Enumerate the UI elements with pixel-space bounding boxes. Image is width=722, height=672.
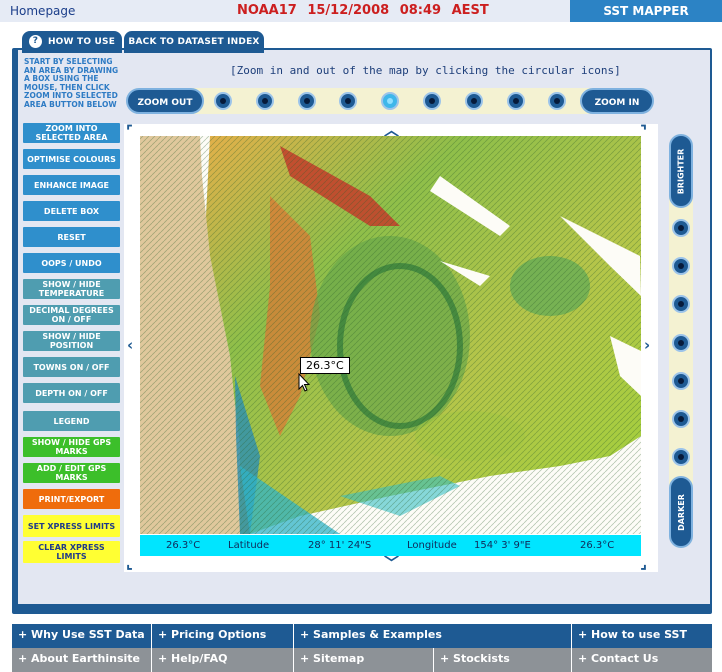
position-readout: 26.3°C Latitude 28° 11' 24"S Longitude 1… (140, 535, 641, 556)
footer-link[interactable]: Contact Us (572, 648, 712, 672)
tool-button-add-edit-gps-marks[interactable]: ADD / EDIT GPS MARKS (23, 463, 120, 483)
tool-button-delete-box[interactable]: DELETE BOX (23, 201, 120, 221)
tab-back-to-index[interactable]: BACK TO DATASET INDEX (124, 31, 264, 53)
contrast-level-7-icon[interactable] (672, 448, 690, 466)
tool-button-show-hide-position[interactable]: SHOW / HIDE POSITION (23, 331, 120, 351)
pan-left-icon[interactable]: ‹ (127, 336, 133, 354)
footer-link[interactable]: Sitemap (294, 648, 434, 672)
tool-button-towns-on-off[interactable]: TOWNS ON / OFF (23, 357, 120, 377)
readout-lat-value: 28° 11' 24"S (308, 540, 372, 551)
darker-button[interactable]: DARKER (669, 476, 693, 548)
tab-how-to-use-label: HOW TO USE (47, 37, 116, 47)
footer-link[interactable]: Help/FAQ (152, 648, 294, 672)
sst-map-image (140, 136, 641, 534)
zoom-level-7-icon[interactable] (465, 92, 483, 110)
tool-button-clear-xpress-limits[interactable]: CLEAR XPRESS LIMITS (23, 541, 120, 563)
tool-button-depth-on-off[interactable]: DEPTH ON / OFF (23, 383, 120, 403)
pan-up-right-icon[interactable]: ⌝ (640, 122, 647, 140)
footer-link[interactable]: How to use SST (572, 624, 712, 648)
help-icon: ? (28, 35, 42, 48)
tool-button-show-hide-temperature[interactable]: SHOW / HIDE TEMPERATURE (23, 279, 120, 299)
contrast-level-4-icon[interactable] (672, 334, 690, 352)
zoom-hint: [Zoom in and out of the map by clicking … (230, 64, 621, 77)
pan-down-right-icon[interactable]: ⌟ (640, 554, 647, 572)
readout-lat-label: Latitude (228, 540, 270, 551)
sst-map[interactable] (140, 136, 641, 534)
mouse-pointer-icon (298, 373, 310, 392)
zoom-level-6-icon[interactable] (423, 92, 441, 110)
footer-link[interactable]: Stockists (434, 648, 572, 672)
footer-nav-primary: Why Use SST Data Pricing Options Samples… (12, 624, 712, 648)
contrast-level-3-icon[interactable] (672, 295, 690, 313)
readout-lon-label: Longitude (407, 540, 457, 551)
tool-button-set-xpress-limits[interactable]: SET XPRESS LIMITS (23, 515, 120, 537)
tool-button-decimal-degrees-on-off[interactable]: DECIMAL DEGREES ON / OFF (23, 305, 120, 325)
zoom-in-button[interactable]: ZOOM IN (580, 88, 654, 114)
darker-label: DARKER (676, 493, 686, 531)
readout-temp-left: 26.3°C (166, 540, 201, 551)
zoom-level-9-icon[interactable] (548, 92, 566, 110)
pan-right-icon[interactable]: › (644, 336, 650, 354)
tab-how-to-use[interactable]: ? HOW TO USE (22, 31, 122, 53)
zoom-level-4-icon[interactable] (339, 92, 357, 110)
contrast-level-5-icon[interactable] (672, 372, 690, 390)
brighter-button[interactable]: BRIGHTER (669, 134, 693, 208)
tool-button-optimise-colours[interactable]: OPTIMISE COLOURS (23, 149, 120, 169)
temperature-tooltip: 26.3°C (300, 357, 350, 374)
app-brand: SST MAPPER (570, 0, 722, 22)
homepage-link[interactable]: Homepage (10, 4, 75, 18)
footer-link[interactable]: About Earthinsite (12, 648, 152, 672)
tool-button-legend[interactable]: LEGEND (23, 411, 120, 431)
pan-down-left-icon[interactable]: ⌞ (126, 554, 133, 572)
readout-temp-right: 26.3°C (580, 540, 615, 551)
zoom-level-8-icon[interactable] (507, 92, 525, 110)
tool-button-enhance-image[interactable]: ENHANCE IMAGE (23, 175, 120, 195)
zoom-level-2-icon[interactable] (256, 92, 274, 110)
footer-link[interactable]: Pricing Options (152, 624, 294, 648)
tool-button-show-hide-gps-marks[interactable]: SHOW / HIDE GPS MARKS (23, 437, 120, 457)
tool-button-zoom-into-selected-area[interactable]: ZOOM INTO SELECTED AREA (23, 123, 120, 143)
tool-button-oops-undo[interactable]: OOPS / UNDO (23, 253, 120, 273)
top-bar: Homepage NOAA17 15/12/2008 08:49 AEST SS… (0, 0, 722, 22)
tool-button-reset[interactable]: RESET (23, 227, 120, 247)
tool-button-print-export[interactable]: PRINT/EXPORT (23, 489, 120, 509)
contrast-level-1-icon[interactable] (672, 219, 690, 237)
footer-nav-secondary: About Earthinsite Help/FAQ Sitemap Stock… (12, 648, 712, 672)
instructions-text: START BY SELECTING AN AREA BY DRAWING A … (24, 57, 119, 109)
zoom-out-button[interactable]: ZOOM OUT (126, 88, 204, 114)
pan-up-left-icon[interactable]: ⌜ (126, 122, 133, 140)
readout-lon-value: 154° 3' 9"E (474, 540, 531, 551)
contrast-level-6-icon[interactable] (672, 410, 690, 428)
zoom-level-3-icon[interactable] (298, 92, 316, 110)
satellite-status: NOAA17 15/12/2008 08:49 AEST (237, 3, 489, 18)
zoom-level-5-icon[interactable] (381, 92, 399, 110)
zoom-level-1-icon[interactable] (214, 92, 232, 110)
footer-link[interactable]: Why Use SST Data (12, 624, 152, 648)
footer-link[interactable]: Samples & Examples (294, 624, 572, 648)
contrast-level-2-icon[interactable] (672, 257, 690, 275)
brighter-label: BRIGHTER (676, 148, 686, 194)
